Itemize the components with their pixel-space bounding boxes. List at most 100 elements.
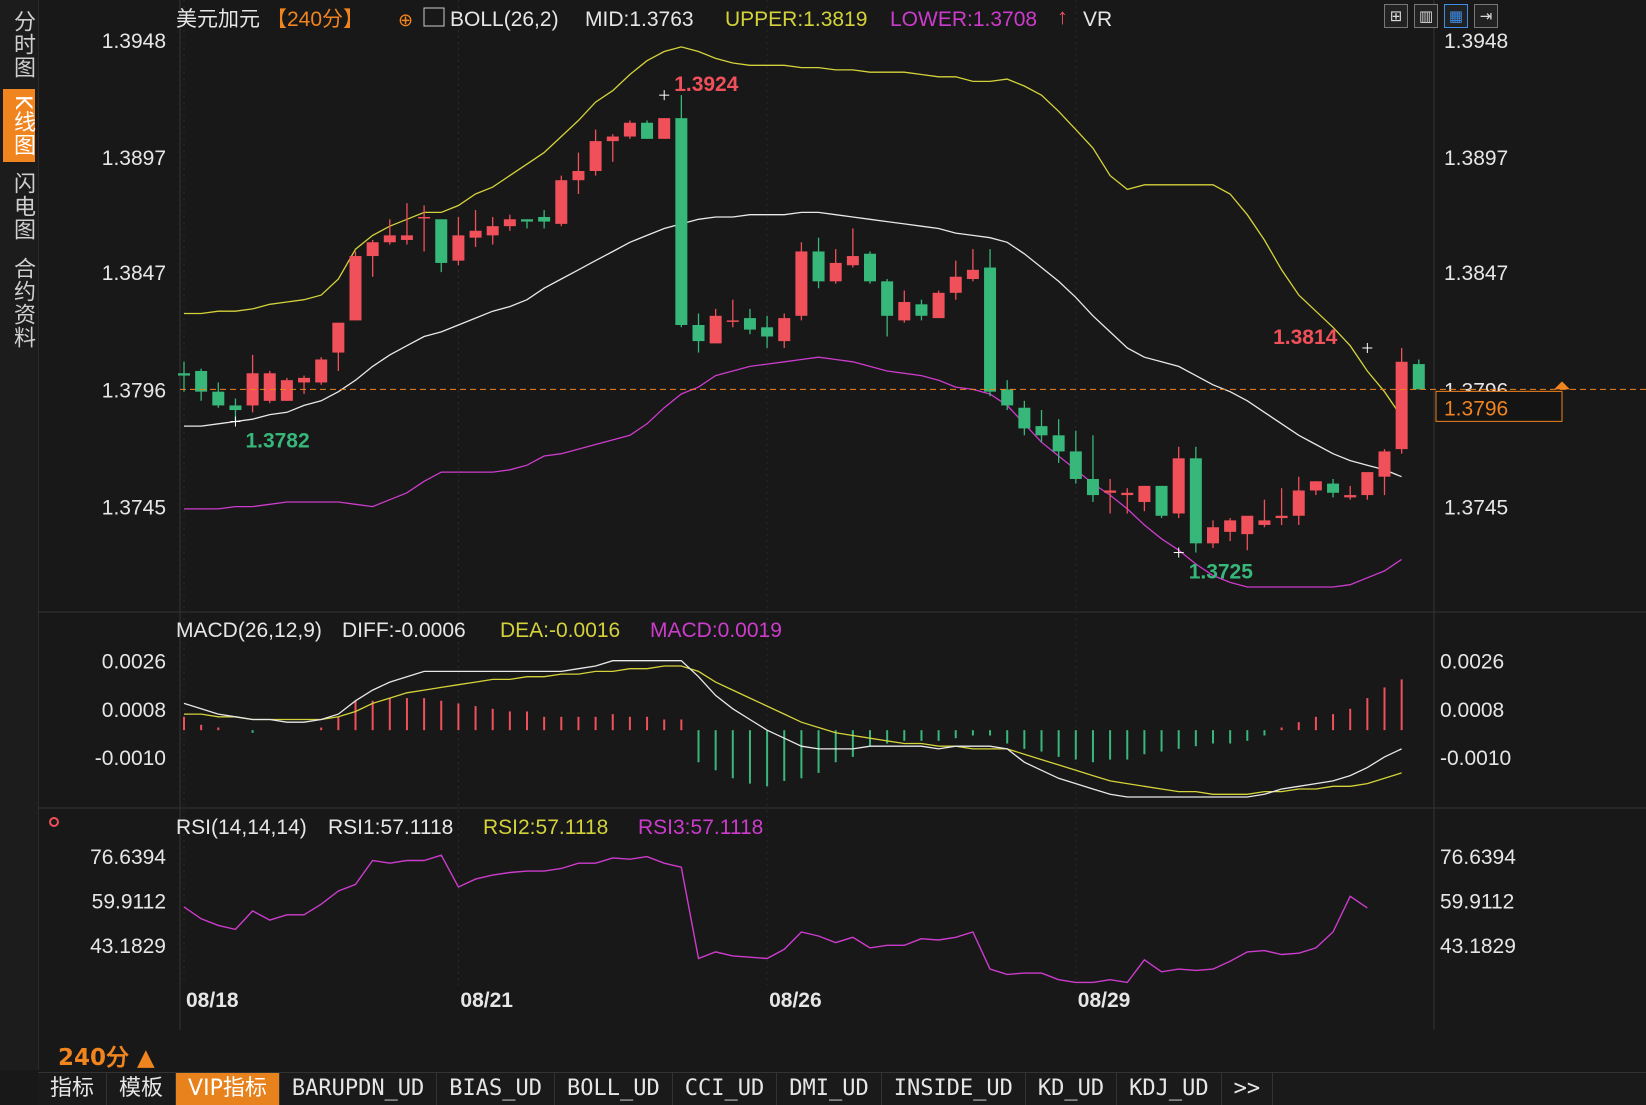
tab-flash-chart[interactable]: 闪电图	[3, 166, 35, 247]
extreme-label: 1.3725	[1189, 561, 1254, 584]
tab-kdj-ud[interactable]: KDJ_UD	[1117, 1073, 1222, 1105]
candle-body	[1395, 361, 1408, 450]
tab-indicator[interactable]: 指标	[38, 1073, 108, 1105]
rsi-header-value: RSI2:57.1118	[483, 816, 608, 839]
candle-body	[778, 318, 791, 342]
rsi-header-value: RSI(14,14,14)	[176, 816, 307, 839]
macd-header-value: MACD:0.0019	[650, 619, 782, 642]
dea-line	[184, 665, 1402, 795]
candle-body	[1086, 478, 1099, 496]
chart-header-text: 【240分】	[266, 8, 364, 31]
grid-icon[interactable]: ⊞	[1384, 4, 1408, 28]
chart-toolbar: ⊞ ▥ ▦ ⇥	[1384, 4, 1498, 28]
candle-body	[1155, 485, 1168, 516]
indicator-value: LOWER:1.3708	[890, 8, 1037, 31]
crosshair-icon: ⊕	[398, 10, 413, 30]
y-tick-label-left: 0.0008	[102, 699, 166, 722]
candle-body	[1275, 515, 1288, 519]
candle-body	[332, 322, 345, 353]
tab-inside-ud[interactable]: INSIDE_UD	[882, 1073, 1026, 1105]
candle-body	[898, 302, 911, 321]
sidebar: 分时图 K线图 闪电图 合约资料	[0, 0, 39, 1070]
candle-toggle-icon[interactable]: ▦	[1444, 4, 1468, 28]
indicator-value: BOLL(26,2)	[450, 8, 559, 31]
tab-timeshare[interactable]: 分时图	[3, 4, 35, 85]
tab-vip-indicator[interactable]: VIP指标	[176, 1073, 280, 1105]
y-tick-label-left: 1.3897	[102, 147, 166, 170]
y-tick-label-right: 1.3948	[1444, 30, 1508, 53]
candle-body	[298, 377, 311, 383]
candle-body	[864, 253, 876, 282]
indicator-tab-bar: 指标 模板 VIP指标 BARUPDN_UD BIAS_UD BOLL_UD C…	[38, 1072, 1646, 1105]
tab-kline[interactable]: K线图	[3, 89, 35, 163]
candle-body	[846, 256, 859, 266]
candle-body	[709, 315, 722, 344]
candle-body	[1172, 458, 1185, 514]
tab-template[interactable]: 模板	[107, 1073, 177, 1105]
candle-body	[1378, 451, 1391, 477]
y-tick-label-left: 76.6394	[90, 846, 166, 869]
chart-canvas[interactable]: 1.3948 1.3948 1.3897 1.3897 1.3847 1.3847 1.37…	[38, 0, 1646, 1070]
candle-body	[435, 219, 448, 263]
candle-body	[229, 405, 242, 411]
candle-body	[1121, 492, 1134, 496]
tab-dmi-ud[interactable]: DMI_UD	[777, 1073, 882, 1105]
y-tick-label-left: 1.3847	[102, 262, 166, 285]
y-tick-label-left: -0.0010	[95, 747, 166, 770]
arrow-up-icon: ↑	[1057, 4, 1068, 29]
tab-boll-ud[interactable]: BOLL_UD	[555, 1073, 673, 1105]
y-tick-label-left: 0.0026	[102, 651, 166, 674]
candle-body	[1138, 485, 1151, 502]
tab-bias-ud[interactable]: BIAS_UD	[437, 1073, 556, 1105]
candle-body	[1412, 364, 1425, 390]
candle-body	[932, 292, 945, 319]
settings-icon	[49, 817, 59, 827]
candle-body	[726, 320, 739, 322]
tab-cci-ud[interactable]: CCI_UD	[673, 1073, 778, 1105]
candle-body	[1309, 481, 1322, 491]
candle-body	[658, 118, 671, 139]
expand-icon[interactable]: ⇥	[1474, 4, 1498, 28]
candle-body	[984, 267, 997, 392]
candle-body	[1207, 527, 1219, 544]
current-price-label: 1.3796	[1444, 397, 1508, 420]
candle-body	[1344, 495, 1357, 498]
candle-body	[1189, 458, 1202, 544]
candle-body	[383, 235, 396, 243]
boll-mid-line	[184, 211, 1402, 478]
candle-body	[1327, 483, 1340, 493]
rsi-header-value: RSI3:57.1118	[638, 816, 763, 839]
indicator-value: MID:1.3763	[585, 8, 694, 31]
tab-barupdn-ud[interactable]: BARUPDN_UD	[280, 1073, 438, 1105]
candle-body	[1241, 515, 1254, 535]
candle-body	[966, 269, 979, 280]
tab-more[interactable]: >>	[1222, 1073, 1274, 1105]
tab-kd-ud[interactable]: KD_UD	[1026, 1073, 1118, 1105]
candle-body	[469, 230, 482, 238]
tab-contract-info[interactable]: 合约资料	[3, 251, 35, 355]
period-selector[interactable]: 240分 ▲	[58, 1038, 155, 1072]
y-tick-label-right: -0.0010	[1440, 747, 1511, 770]
macd-header-value: DIFF:-0.0006	[342, 619, 466, 642]
candle-body	[178, 373, 190, 376]
y-tick-label-right: 43.1829	[1440, 935, 1516, 958]
candle-body	[1018, 407, 1031, 429]
candle-body	[280, 380, 293, 401]
indicator-value: VR	[1083, 8, 1112, 31]
candle-body	[572, 171, 585, 181]
boll-icon	[423, 7, 445, 27]
bar-chart-icon[interactable]: ▥	[1414, 4, 1438, 28]
candle-body	[212, 391, 225, 406]
x-tick-label: 08/18	[186, 989, 239, 1012]
indicator-value: UPPER:1.3819	[725, 8, 867, 31]
candle-body	[503, 219, 516, 227]
candle-body	[452, 235, 465, 261]
candle-body	[263, 373, 276, 401]
y-tick-label-right: 76.6394	[1440, 846, 1516, 869]
extreme-label: 1.3924	[674, 73, 739, 96]
candle-body	[1069, 451, 1082, 479]
extreme-label: 1.3782	[245, 430, 309, 453]
candle-body	[692, 325, 705, 342]
candle-body	[949, 276, 962, 293]
candle-body	[829, 262, 842, 282]
